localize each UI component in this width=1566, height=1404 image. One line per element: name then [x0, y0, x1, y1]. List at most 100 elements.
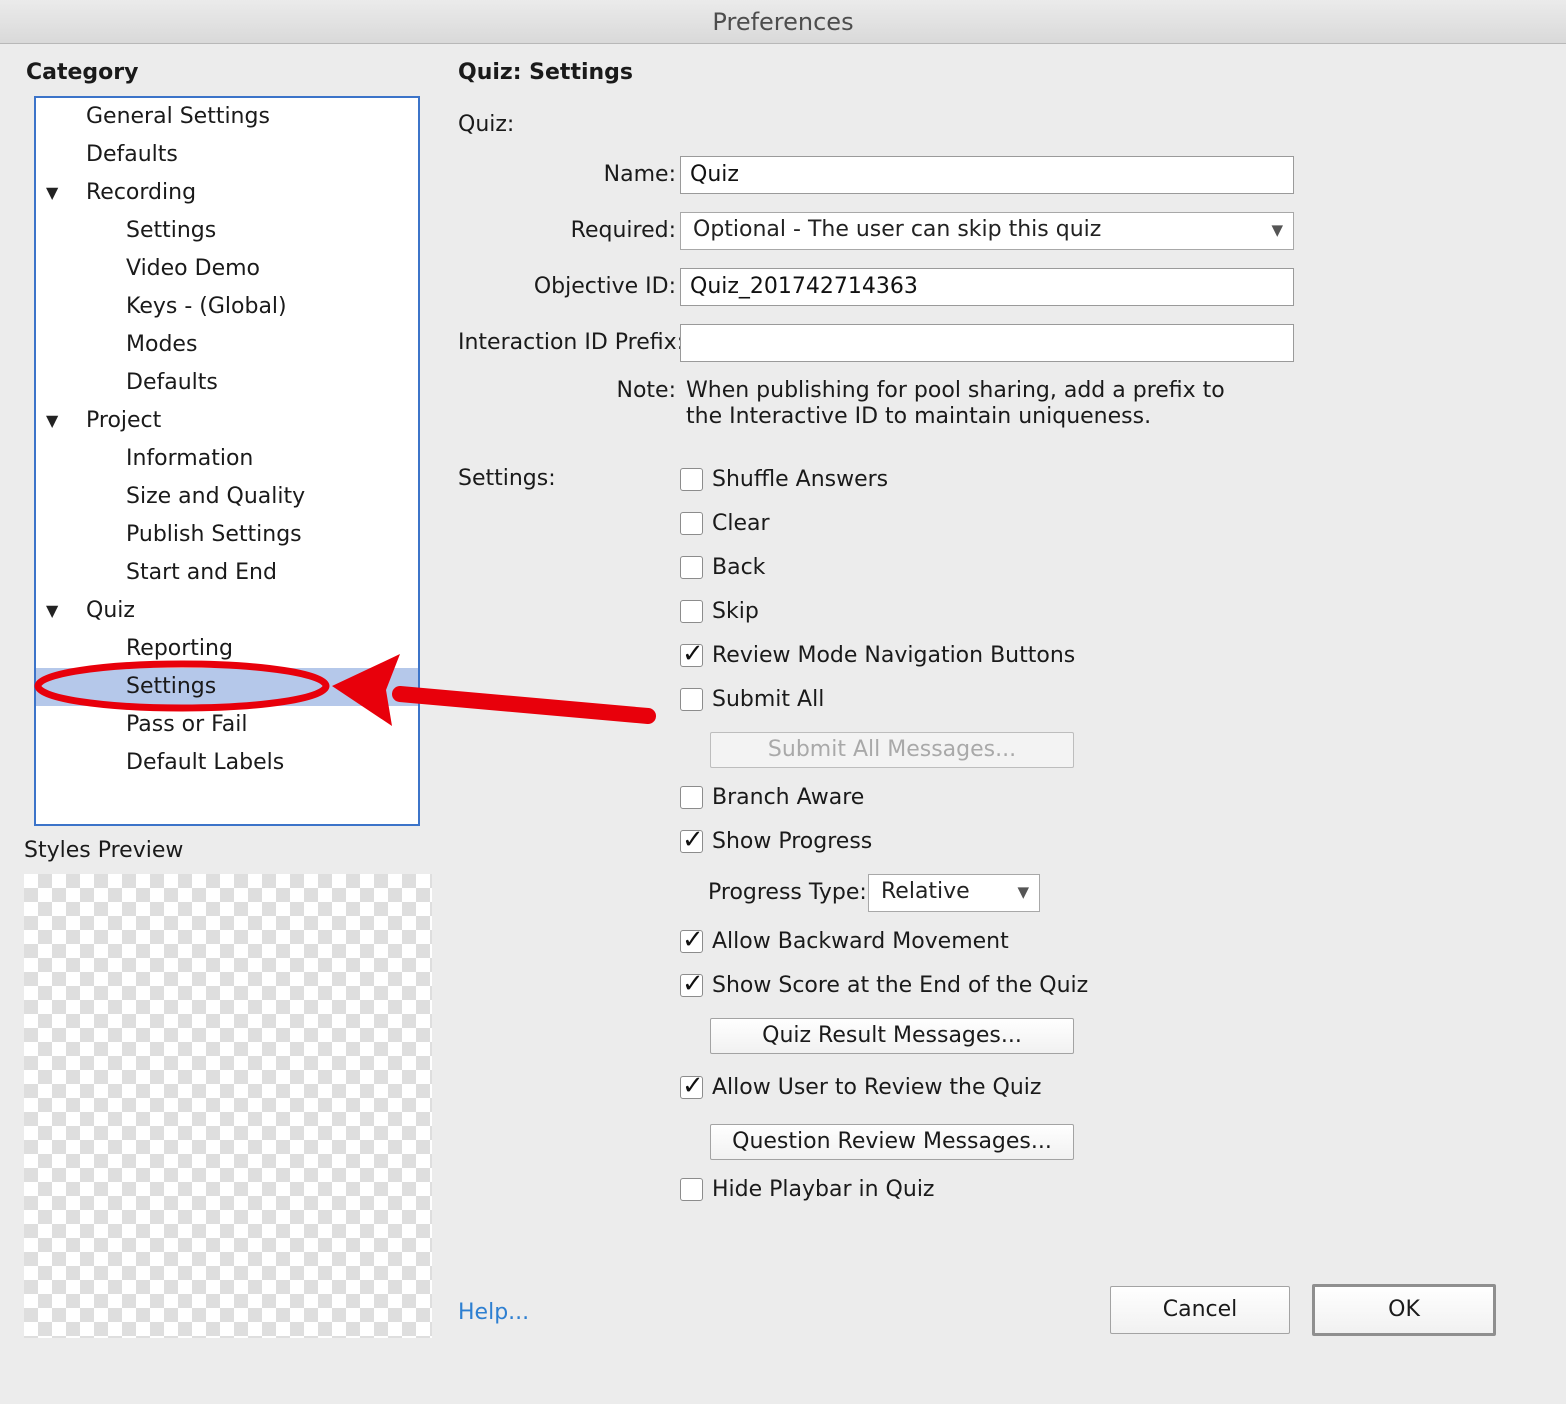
window-title: Preferences [0, 0, 1566, 44]
checkmark-icon: ✓ [682, 1071, 704, 1101]
checkmark-icon: ✓ [682, 825, 704, 855]
tree-item-project[interactable]: ▼ Project [36, 402, 418, 440]
submit-all-label: Submit All [712, 687, 825, 712]
allow-backward-movement-label: Allow Backward Movement [712, 929, 1009, 954]
arrow-shaft [392, 686, 656, 724]
objective-id-label: Objective ID: [533, 274, 676, 299]
tree-item-label: Settings [126, 218, 217, 243]
tree-item-default-labels[interactable]: Default Labels [36, 744, 418, 782]
tree-item-label: Recording [86, 180, 197, 205]
category-heading: Category [26, 60, 139, 85]
interaction-id-prefix-label: Interaction ID Prefix: [458, 330, 685, 355]
tree-item-label: Keys - (Global) [126, 294, 287, 319]
tree-item-quiz[interactable]: ▼ Quiz [36, 592, 418, 630]
submit-all-checkbox[interactable] [680, 688, 703, 711]
back-checkbox[interactable] [680, 556, 703, 579]
tree-item-recording-settings[interactable]: Settings [36, 212, 418, 250]
skip-label: Skip [712, 599, 759, 624]
tree-item-label: Reporting [126, 636, 233, 661]
shuffle-answers-checkbox[interactable] [680, 468, 703, 491]
tree-item-label: General Settings [86, 104, 270, 129]
tree-item-label: Default Labels [126, 750, 285, 775]
tree-item-label: Quiz [86, 598, 135, 623]
show-score-label: Show Score at the End of the Quiz [712, 973, 1089, 998]
note-label: Note: [616, 378, 677, 403]
chevron-down-icon: ▼ [1017, 883, 1029, 901]
note-text-line2: the Interactive ID to maintain uniquenes… [686, 404, 1152, 429]
allow-user-review-checkbox[interactable]: ✓ [680, 1071, 704, 1101]
question-review-messages-button[interactable]: Question Review Messages... [710, 1124, 1074, 1160]
required-select[interactable]: Optional - The user can skip this quiz ▼ [680, 212, 1294, 250]
review-mode-navigation-checkbox[interactable]: ✓ [680, 639, 704, 669]
tree-item-video-demo[interactable]: Video Demo [36, 250, 418, 288]
hide-playbar-label: Hide Playbar in Quiz [712, 1177, 935, 1202]
tree-item-size-and-quality[interactable]: Size and Quality [36, 478, 418, 516]
category-tree[interactable]: General Settings Defaults ▼ Recording Set… [34, 96, 420, 826]
tree-item-quiz-settings[interactable]: Settings [36, 668, 418, 706]
review-mode-navigation-label: Review Mode Navigation Buttons [712, 643, 1076, 668]
tree-item-label: Defaults [126, 370, 218, 395]
interaction-id-prefix-field[interactable] [680, 324, 1294, 362]
tree-item-start-and-end[interactable]: Start and End [36, 554, 418, 592]
tree-item-label: Start and End [126, 560, 277, 585]
checkmark-icon: ✓ [682, 969, 704, 999]
styles-preview-label: Styles Preview [24, 838, 184, 863]
hide-playbar-checkbox[interactable] [680, 1178, 703, 1201]
tree-item-publish-settings[interactable]: Publish Settings [36, 516, 418, 554]
tree-item-general-settings[interactable]: General Settings [36, 98, 418, 136]
submit-all-messages-button[interactable]: Submit All Messages... [710, 732, 1074, 768]
name-label: Name: [603, 162, 676, 187]
styles-preview [24, 874, 432, 1338]
tree-item-label: Pass or Fail [126, 712, 248, 737]
progress-type-value: Relative [881, 879, 970, 904]
progress-type-select[interactable]: Relative ▼ [868, 874, 1040, 912]
show-progress-checkbox[interactable]: ✓ [680, 825, 704, 855]
quiz-result-messages-button[interactable]: Quiz Result Messages... [710, 1018, 1074, 1054]
tree-item-defaults[interactable]: Defaults [36, 136, 418, 174]
tree-item-recording-defaults[interactable]: Defaults [36, 364, 418, 402]
quiz-section-label: Quiz: [458, 112, 515, 137]
tree-item-modes[interactable]: Modes [36, 326, 418, 364]
tree-item-recording[interactable]: ▼ Recording [36, 174, 418, 212]
objective-id-field[interactable]: Quiz_201742714363 [680, 268, 1294, 306]
disclosure-triangle-icon[interactable]: ▼ [46, 592, 58, 630]
chevron-down-icon: ▼ [1271, 221, 1283, 239]
name-field[interactable]: Quiz [680, 156, 1294, 194]
tree-item-keys-global[interactable]: Keys - (Global) [36, 288, 418, 326]
required-label: Required: [570, 218, 676, 243]
clear-label: Clear [712, 511, 770, 536]
tree-item-label: Video Demo [126, 256, 260, 281]
back-label: Back [712, 555, 766, 580]
ok-button[interactable]: OK [1312, 1284, 1496, 1336]
tree-item-label: Project [86, 408, 162, 433]
checkmark-icon: ✓ [682, 639, 704, 669]
page-title: Quiz: Settings [458, 60, 634, 85]
tree-item-pass-or-fail[interactable]: Pass or Fail [36, 706, 418, 744]
checkmark-icon: ✓ [682, 925, 704, 955]
tree-item-label: Information [126, 446, 254, 471]
tree-item-label: Modes [126, 332, 198, 357]
allow-backward-movement-checkbox[interactable]: ✓ [680, 925, 704, 955]
progress-type-label: Progress Type: [708, 880, 867, 905]
show-score-checkbox[interactable]: ✓ [680, 969, 704, 999]
tree-item-label: Settings [126, 674, 217, 699]
tree-item-reporting[interactable]: Reporting [36, 630, 418, 668]
tree-item-label: Size and Quality [126, 484, 306, 509]
disclosure-triangle-icon[interactable]: ▼ [46, 174, 58, 212]
tree-item-information[interactable]: Information [36, 440, 418, 478]
clear-checkbox[interactable] [680, 512, 703, 535]
cancel-button[interactable]: Cancel [1110, 1286, 1290, 1334]
shuffle-answers-label: Shuffle Answers [712, 467, 889, 492]
branch-aware-checkbox[interactable] [680, 786, 703, 809]
tree-item-label: Publish Settings [126, 522, 302, 547]
allow-user-review-label: Allow User to Review the Quiz [712, 1075, 1042, 1100]
tree-item-label: Defaults [86, 142, 178, 167]
note-text-line1: When publishing for pool sharing, add a … [686, 378, 1225, 403]
branch-aware-label: Branch Aware [712, 785, 865, 810]
required-select-value: Optional - The user can skip this quiz [693, 217, 1102, 242]
skip-checkbox[interactable] [680, 600, 703, 623]
show-progress-label: Show Progress [712, 829, 873, 854]
help-link[interactable]: Help... [458, 1300, 529, 1325]
settings-label: Settings: [458, 466, 556, 491]
disclosure-triangle-icon[interactable]: ▼ [46, 402, 58, 440]
